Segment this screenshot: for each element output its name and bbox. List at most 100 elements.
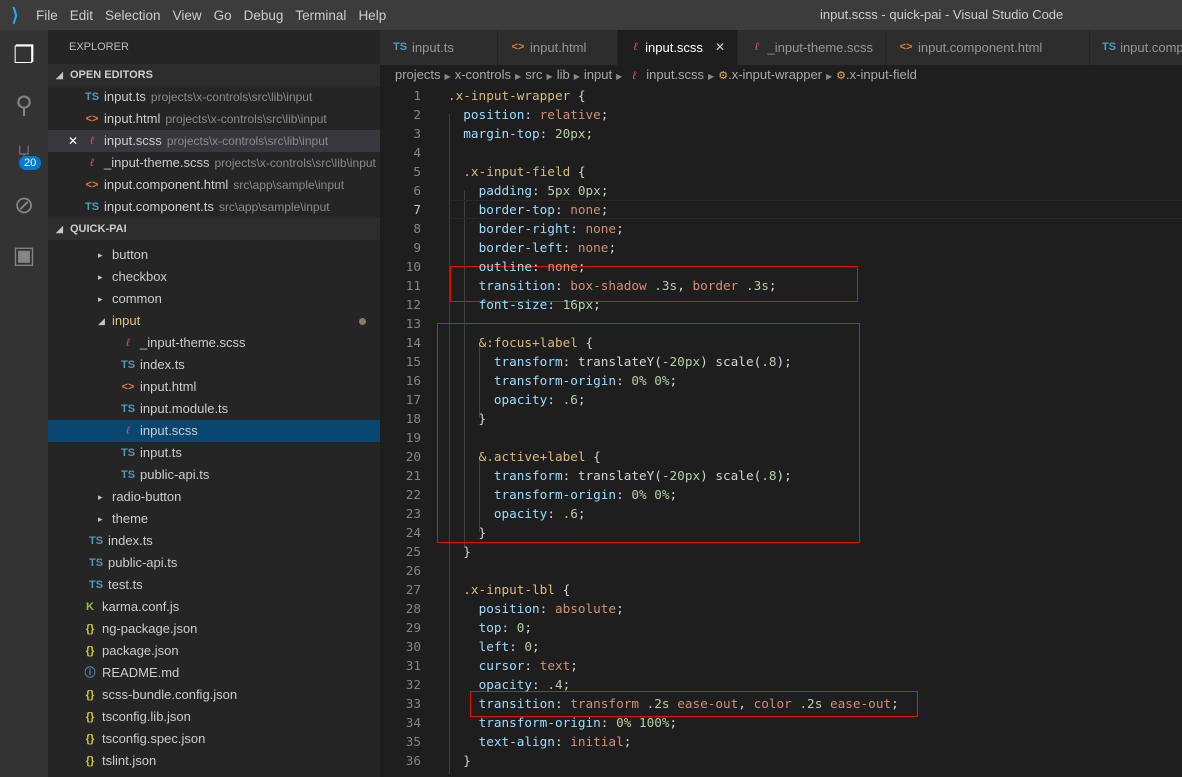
tree-item-label: README.md <box>102 665 180 680</box>
code-token: , <box>738 696 754 711</box>
line-number: 29 <box>405 620 421 635</box>
chevron-right-icon: ▶ <box>515 72 522 81</box>
breadcrumb-item[interactable]: .x-input-field <box>846 67 917 82</box>
tree-item[interactable]: ▸ theme <box>48 508 380 530</box>
code-line: opacity: .4; <box>448 675 571 694</box>
breadcrumb-item[interactable]: input <box>584 67 612 82</box>
tree-item[interactable]: ▸ button <box>48 244 380 266</box>
tab-input.component.ts[interactable]: TSinput.component.ts <box>1090 30 1182 65</box>
code-token: font-size <box>478 297 548 312</box>
open-editors-header[interactable]: ◢ OPEN EDITORS <box>48 64 380 86</box>
open-editor-item[interactable]: ✕ ℓ input.scss projects\x-controls\src\lib\… <box>48 130 380 152</box>
code-line: transform-origin: 0% 0%; <box>448 485 677 504</box>
symbol-icon: ⚙ <box>836 70 847 82</box>
open-editor-item[interactable]: <> input.component.html src\app\sample\inp… <box>48 174 380 196</box>
code-token: : <box>554 202 571 217</box>
scm-badge: 20 <box>19 156 42 170</box>
tree-item[interactable]: ℓ _input-theme.scss <box>48 332 380 354</box>
tab-_input-theme.scss[interactable]: ℓ _input-theme.scss <box>738 30 886 65</box>
breadcrumb-item[interactable]: lib <box>557 67 570 82</box>
code-token: -20px <box>661 354 701 369</box>
tree-item[interactable]: TS test.ts <box>48 574 380 596</box>
source-control-icon[interactable]: ⑂ 20 <box>0 130 48 180</box>
breadcrumb-item[interactable]: x-controls <box>455 67 511 82</box>
tree-item[interactable]: ℓ input.scss <box>48 420 380 442</box>
menu-debug[interactable]: Debug <box>238 8 290 23</box>
code-token: : <box>616 373 632 388</box>
breadcrumb-item[interactable]: input.scss <box>646 67 704 82</box>
code-line: opacity: .6; <box>448 390 586 409</box>
typescript-file-icon: TS <box>88 579 104 591</box>
tree-item[interactable]: ⓘ README.md <box>48 662 380 684</box>
tree-item[interactable]: {} tslint.json <box>48 750 380 772</box>
open-editor-item[interactable]: ℓ _input-theme.scss projects\x-controls\sr… <box>48 152 380 174</box>
breadcrumb-item[interactable]: .x-input-wrapper <box>728 67 822 82</box>
code-token: } <box>448 411 487 426</box>
explorer-icon[interactable]: ❐ <box>0 30 48 80</box>
extensions-icon[interactable]: ▣ <box>0 230 48 280</box>
tree-item[interactable]: TS input.module.ts <box>48 398 380 420</box>
menu-edit[interactable]: Edit <box>64 8 99 23</box>
code-token: transition <box>478 278 555 293</box>
tree-item[interactable]: ▸ radio-button <box>48 486 380 508</box>
code-token: none <box>585 221 617 236</box>
code-token: : <box>539 601 555 616</box>
line-number: 28 <box>405 601 421 616</box>
breadcrumb-item[interactable]: projects <box>395 67 441 82</box>
code-token: { <box>570 164 586 179</box>
line-number: 20 <box>405 449 421 464</box>
tree-item[interactable]: TS index.ts <box>48 530 380 552</box>
tab-input.component.html[interactable]: <> input.component.html <box>886 30 1090 65</box>
code-editor[interactable]: 1 .x-input-wrapper {2 position: relative;… <box>380 86 1182 777</box>
tree-item[interactable]: <> input.html <box>48 376 380 398</box>
tree-item[interactable]: {} tsconfig.spec.json <box>48 728 380 750</box>
tree-item[interactable]: {} ng-package.json <box>48 618 380 640</box>
debug-icon[interactable]: ⊘ <box>0 180 48 230</box>
open-editor-item[interactable]: <> input.html projects\x-controls\src\lib\… <box>48 108 380 130</box>
file-path: projects\x-controls\src\lib\input <box>214 156 376 170</box>
code-token: : <box>570 221 586 236</box>
tree-item[interactable]: {} scss-bundle.config.json <box>48 684 380 706</box>
open-editor-item[interactable]: TS input.ts projects\x-controls\src\lib\in… <box>48 86 380 108</box>
breadcrumb-item[interactable]: src <box>525 67 542 82</box>
code-line: border-top: none; <box>448 200 609 219</box>
close-icon[interactable]: ✕ <box>68 130 78 152</box>
code-token: ; <box>600 183 609 198</box>
open-editor-item[interactable]: TS input.component.ts src\app\sample\input <box>48 196 380 218</box>
tab-input.html[interactable]: <> input.html <box>498 30 618 65</box>
tree-item[interactable]: ▸ checkbox <box>48 266 380 288</box>
chevron-right-icon: ▸ <box>98 294 103 304</box>
menu-file[interactable]: File <box>30 8 64 23</box>
menu-go[interactable]: Go <box>208 8 238 23</box>
tree-item[interactable]: TS public-api.ts <box>48 464 380 486</box>
tree-item[interactable]: {} package.json <box>48 640 380 662</box>
tree-item[interactable]: TS index.ts <box>48 354 380 376</box>
search-icon[interactable]: ⚲ <box>0 80 48 130</box>
close-tab-icon[interactable]: ✕ <box>715 30 725 65</box>
line-number: 22 <box>405 487 421 502</box>
menu-selection[interactable]: Selection <box>99 8 167 23</box>
menu-terminal[interactable]: Terminal <box>289 8 352 23</box>
code-line: opacity: .6; <box>448 504 586 523</box>
tree-item[interactable]: ◢ input <box>48 310 380 332</box>
tree-item[interactable]: {} tsconfig.lib.json <box>48 706 380 728</box>
project-header[interactable]: ◢ QUICK-PAI <box>48 218 380 240</box>
tree-item[interactable]: TS public-api.ts <box>48 552 380 574</box>
scss-file-icon: ℓ <box>754 41 759 53</box>
tab-input.scss[interactable]: ℓ input.scss ✕ <box>618 30 738 65</box>
tab-input.ts[interactable]: TS input.ts <box>380 30 498 65</box>
code-token: transform <box>493 468 563 483</box>
menu-help[interactable]: Help <box>352 8 392 23</box>
tree-item[interactable]: Kkarma.conf.js <box>48 596 380 618</box>
line-number: 8 <box>413 221 421 236</box>
tree-item[interactable]: TS input.ts <box>48 442 380 464</box>
menu-view[interactable]: View <box>167 8 208 23</box>
tree-item[interactable]: ▸ common <box>48 288 380 310</box>
